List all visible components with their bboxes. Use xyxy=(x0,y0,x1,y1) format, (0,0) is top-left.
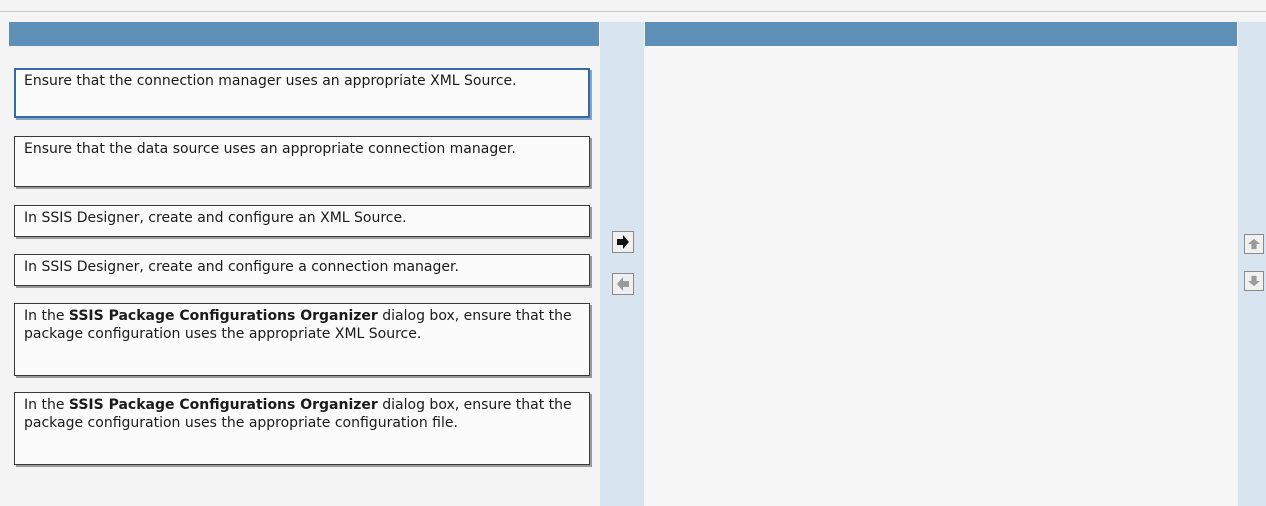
window-top-edge xyxy=(0,0,1266,12)
answer-panel xyxy=(645,46,1237,506)
move-down-button[interactable] xyxy=(1244,271,1264,291)
choice-text-bold: SSIS Package Configurations Organizer xyxy=(68,308,378,324)
remove-from-answer-button[interactable] xyxy=(612,273,634,295)
choice-text: In SSIS Designer, create and configure a… xyxy=(24,210,407,226)
choice-item[interactable]: Ensure that the connection manager uses … xyxy=(14,68,590,118)
choice-text: In SSIS Designer, create and configure a… xyxy=(24,259,459,275)
arrow-down-icon xyxy=(1248,275,1260,287)
arrow-up-icon xyxy=(1248,238,1260,250)
choice-item[interactable]: Ensure that the data source uses an appr… xyxy=(14,136,590,187)
choice-text: Ensure that the connection manager uses … xyxy=(24,73,517,89)
transfer-strip xyxy=(600,22,644,506)
choice-text: In the xyxy=(24,308,69,324)
move-up-button[interactable] xyxy=(1244,234,1264,254)
choice-text: Ensure that the data source uses an appr… xyxy=(24,141,516,157)
add-to-answer-button[interactable] xyxy=(612,231,634,253)
choice-text: In the xyxy=(24,397,69,413)
arrow-right-icon xyxy=(617,235,629,249)
arrow-left-icon xyxy=(617,277,629,291)
answer-header-bar xyxy=(645,22,1237,46)
reorder-strip xyxy=(1238,22,1266,506)
choice-item[interactable]: In SSIS Designer, create and configure a… xyxy=(14,254,590,286)
choices-header-bar xyxy=(9,22,599,46)
choice-text-bold: SSIS Package Configurations Organizer xyxy=(68,397,378,413)
choice-item[interactable]: In SSIS Designer, create and configure a… xyxy=(14,205,590,237)
choice-item[interactable]: In the SSIS Package Configurations Organ… xyxy=(14,392,590,465)
choice-item[interactable]: In the SSIS Package Configurations Organ… xyxy=(14,303,590,376)
